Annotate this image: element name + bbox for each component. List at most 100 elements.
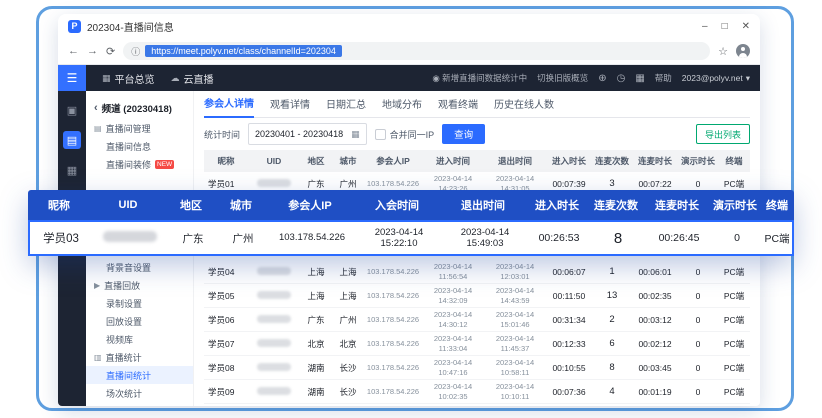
tab-watch-terminal[interactable]: 观看终端 <box>438 96 478 117</box>
cell-exit-time: 2023-04-14 12:03:01 <box>484 262 546 281</box>
nav-item-platform-overview[interactable]: ▦ 平台总览 <box>102 71 155 86</box>
checkbox[interactable] <box>375 129 386 140</box>
cell-terminal: PC端 <box>718 362 750 374</box>
cell-terminal: PC端 <box>718 338 750 350</box>
tab-attendee-details[interactable]: 参会人详情 <box>204 95 254 118</box>
tab-watch-details[interactable]: 观看详情 <box>270 96 310 117</box>
account-menu[interactable]: 2023@polyv.net ▾ <box>682 73 750 84</box>
cell-mic-count: 1 <box>592 266 632 277</box>
cell-region: 上海 <box>300 266 332 278</box>
cell-exit-time: 2023-04-14 10:58:11 <box>484 358 546 377</box>
table-body-bottom: 学员04 上海 上海 103.178.54.226 2023-04-14 11:… <box>204 260 750 404</box>
cell-duration: 00:07:36 <box>546 387 592 397</box>
channel-header[interactable]: ‹ 频道 (20230418) <box>86 97 193 119</box>
forward-icon[interactable]: → <box>87 45 98 57</box>
cell-demo-duration: 0 <box>678 179 718 189</box>
plus-icon[interactable]: ⊕ <box>598 73 606 84</box>
table-row[interactable]: 学员05 上海 上海 103.178.54.226 2023-04-14 14:… <box>204 284 750 308</box>
sidebar-item-session-stats[interactable]: 场次统计 <box>86 384 193 402</box>
table-row[interactable]: 学员07 北京 北京 103.178.54.226 2023-04-14 11:… <box>204 332 750 356</box>
dot-icon: ◉ <box>432 73 439 83</box>
cell-mic-count: 6 <box>592 338 632 349</box>
sidebar-item-room-info[interactable]: 直播间信息 <box>86 137 193 155</box>
site-info-icon[interactable]: ⓘ <box>131 45 140 58</box>
chevron-down-icon: ▾ <box>746 73 750 84</box>
channel-list-icon[interactable]: ▤ <box>63 131 81 149</box>
cloud-icon: ☁ <box>171 73 180 84</box>
channel-name: 频道 (20230418) <box>102 101 172 115</box>
callout-mic-duration: 00:26:45 <box>646 232 712 244</box>
minimize-icon[interactable]: – <box>702 21 708 32</box>
profile-avatar[interactable] <box>736 44 750 58</box>
sidebar-item-live-stats[interactable]: ▥ 直播统计 <box>86 348 193 366</box>
tab-date-summary[interactable]: 日期汇总 <box>326 96 366 117</box>
help-link[interactable]: 帮助 <box>655 72 672 84</box>
url-bar[interactable]: ⓘ https://meet.polyv.net/class/channelId… <box>123 42 710 60</box>
sidebar-item-room-decorate[interactable]: 直播间装修 NEW <box>86 155 193 173</box>
table-row[interactable]: 学员08 湖南 长沙 103.178.54.226 2023-04-14 10:… <box>204 356 750 380</box>
query-button[interactable]: 查询 <box>442 124 485 144</box>
magnified-row-callout: 昵称 UID 地区 城市 参会人IP 入会时间 退出时间 进入时长 连麦次数 连… <box>28 190 794 256</box>
nav-item-cloud-live[interactable]: ☁ 云直播 <box>171 71 214 86</box>
new-badge: NEW <box>155 160 174 169</box>
bookmark-star-icon[interactable]: ☆ <box>718 45 728 58</box>
sidebar-item-record-settings[interactable]: 录制设置 <box>86 294 193 312</box>
callout-uid <box>92 231 168 245</box>
sidebar-item-replay-settings[interactable]: 回放设置 <box>86 312 193 330</box>
cell-ip: 103.178.54.226 <box>364 315 422 324</box>
cell-terminal: PC端 <box>718 266 750 278</box>
cell-uid <box>248 339 300 349</box>
sidebar-item-replay[interactable]: ▶ 直播回放 <box>86 276 193 294</box>
cell-ip: 103.178.54.226 <box>364 339 422 348</box>
callout-exit-time: 2023-04-14 15:49:03 <box>442 227 528 250</box>
cell-duration: 00:12:33 <box>546 339 592 349</box>
callout-terminal: PC端 <box>762 231 792 246</box>
window-controls: – □ ✕ <box>702 21 750 32</box>
grid-icon: ▦ <box>102 73 111 84</box>
sidebar-item-room-stats[interactable]: 直播间统计 <box>86 366 193 384</box>
nav-item-label: 云直播 <box>184 71 214 86</box>
switch-old-version-link[interactable]: 切换旧版概览 <box>537 72 588 84</box>
cell-exit-time: 2023-04-14 14:43:59 <box>484 286 546 305</box>
cell-nickname: 学员01 <box>204 178 248 190</box>
maximize-icon[interactable]: □ <box>722 21 728 32</box>
cell-duration: 00:06:07 <box>546 267 592 277</box>
cell-demo-duration: 0 <box>678 339 718 349</box>
screenshot-stage: P 202304-直播间信息 – □ ✕ ← → ⟳ ⓘ https://mee… <box>0 0 822 418</box>
sidebar-item-room-manage[interactable]: ▤ 直播间管理 <box>86 119 193 137</box>
close-icon[interactable]: ✕ <box>742 21 750 32</box>
chevron-left-icon[interactable]: ‹ <box>94 102 98 114</box>
cell-terminal: PC端 <box>718 290 750 302</box>
camera-icon[interactable]: ▣ <box>63 101 81 119</box>
date-range-picker[interactable]: 20230401 - 20230418 ▦ <box>248 123 367 145</box>
account-email: 2023@polyv.net <box>682 73 743 83</box>
cell-demo-duration: 0 <box>678 291 718 301</box>
apps-grid-icon[interactable]: ▦ <box>635 73 644 84</box>
sidebar-item-bg-audio[interactable]: 背景音设置 <box>86 258 193 276</box>
callout-city: 广州 <box>218 231 268 246</box>
cell-region: 湖南 <box>300 386 332 398</box>
table-row[interactable]: 学员04 上海 上海 103.178.54.226 2023-04-14 11:… <box>204 260 750 284</box>
window-titlebar: P 202304-直播间信息 – □ ✕ <box>58 14 760 38</box>
merge-ip-option[interactable]: 合并同一IP <box>375 128 435 141</box>
export-list-button[interactable]: 导出列表 <box>696 124 750 144</box>
history-clock-icon[interactable]: ◷ <box>617 73 626 84</box>
cell-terminal: PC端 <box>718 314 750 326</box>
callout-ip: 103.178.54.226 <box>268 232 356 243</box>
calendar-icon[interactable]: ▦ <box>63 161 81 179</box>
site-favicon: P <box>68 20 81 33</box>
hamburger-menu-icon[interactable]: ☰ <box>58 65 86 91</box>
refresh-icon[interactable]: ⟳ <box>106 45 115 58</box>
tab-region-distribution[interactable]: 地域分布 <box>382 96 422 117</box>
table-row[interactable]: 学员09 湖南 长沙 103.178.54.226 2023-04-14 10:… <box>204 380 750 404</box>
cell-uid <box>248 267 300 277</box>
cell-demo-duration: 0 <box>678 315 718 325</box>
table-row[interactable]: 学员06 广东 广州 103.178.54.226 2023-04-14 14:… <box>204 308 750 332</box>
cell-enter-time: 2023-04-14 11:33:04 <box>422 334 484 353</box>
cell-region: 北京 <box>300 338 332 350</box>
cell-mic-duration: 00:07:22 <box>632 179 678 189</box>
tab-history-online[interactable]: 历史在线人数 <box>494 96 554 117</box>
cell-uid <box>248 315 300 325</box>
back-icon[interactable]: ← <box>68 45 79 57</box>
sidebar-item-video-library[interactable]: 视频库 <box>86 330 193 348</box>
